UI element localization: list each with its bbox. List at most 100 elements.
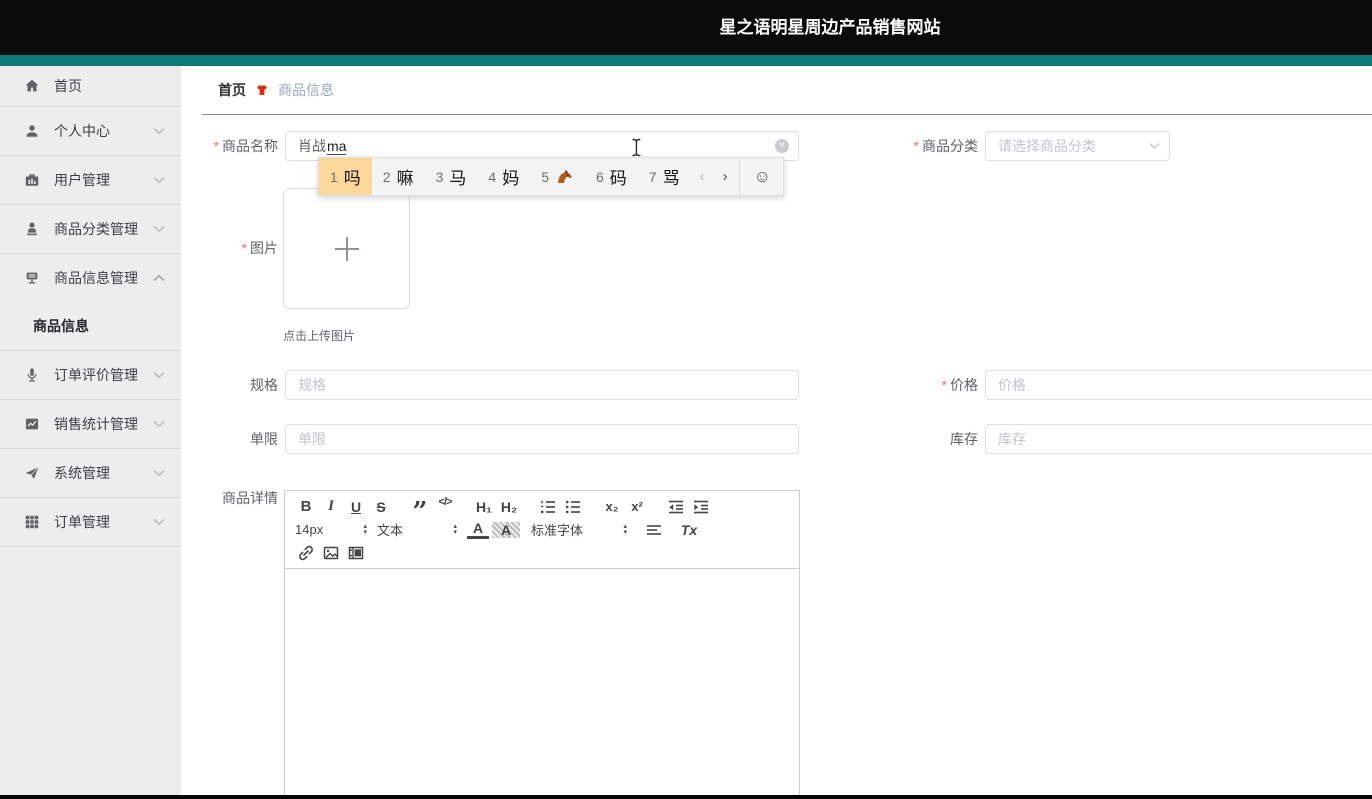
- image-upload-button[interactable]: [283, 188, 410, 309]
- horse-emoji-icon: [555, 167, 574, 186]
- app-header: 星之语明星周边产品销售网站: [0, 0, 1372, 55]
- breadcrumb: 首页 商品信息: [218, 80, 334, 100]
- price-input[interactable]: 价格: [985, 370, 1372, 400]
- strikethrough-button[interactable]: S: [370, 496, 392, 517]
- chevron-down-icon: [153, 518, 165, 526]
- chevron-down-icon: [153, 176, 165, 184]
- rich-text-toolbar: B I U S ” </> H₁ H₂ x₂ x² 14px ▴ ▾ 文本 ▴ …: [284, 490, 800, 569]
- blockquote-button[interactable]: ”: [409, 491, 431, 525]
- bold-button[interactable]: B: [295, 496, 317, 517]
- ime-candidate[interactable]: 5: [530, 158, 585, 195]
- bullet-list-button[interactable]: [562, 496, 584, 517]
- order-limit-placeholder: 单限: [298, 431, 326, 447]
- sidebar-item-sales-statistics-management[interactable]: 销售统计管理: [0, 400, 181, 448]
- spec-label: 规格: [250, 377, 278, 393]
- text-color-button[interactable]: A: [467, 520, 489, 539]
- header-format-select[interactable]: 文本 ▴ ▾: [377, 520, 457, 539]
- insert-video-button[interactable]: [345, 542, 367, 563]
- insert-link-button[interactable]: [295, 542, 317, 563]
- sidebar-item-product-info[interactable]: 商品信息: [0, 302, 181, 350]
- required-asterisk: *: [913, 138, 919, 154]
- order-limit-label: 单限: [250, 431, 278, 447]
- ime-prev-page-button[interactable]: ‹: [691, 158, 714, 195]
- sidebar-item-user-management[interactable]: 用户管理: [0, 156, 181, 204]
- chevron-up-icon: [153, 274, 165, 282]
- grid-icon: [24, 514, 40, 530]
- page-title: 星之语明星周边产品销售网站: [719, 18, 941, 37]
- required-asterisk: *: [213, 138, 219, 154]
- sidebar-item-category-management[interactable]: 商品分类管理: [0, 205, 181, 253]
- screen-bottom-edge: [0, 795, 1372, 799]
- indent-button[interactable]: [690, 496, 712, 517]
- category-select[interactable]: 请选择商品分类: [985, 131, 1170, 161]
- updown-arrows-icon: ▴ ▾: [623, 522, 627, 536]
- sidebar-item-label: 用户管理: [54, 172, 110, 188]
- insert-image-button[interactable]: [320, 542, 342, 563]
- sidebar-item-label: 商品分类管理: [54, 221, 138, 237]
- person-stamp-icon: [24, 221, 40, 237]
- code-block-button[interactable]: </>: [434, 491, 456, 512]
- sidebar-item-system-management[interactable]: 系统管理: [0, 449, 181, 497]
- clear-format-button[interactable]: Tx: [678, 519, 700, 540]
- upload-hint-text: 点击上传图片: [283, 329, 356, 343]
- ime-candidate[interactable]: 7 骂: [638, 158, 691, 195]
- ime-candidate[interactable]: 3 马: [425, 158, 478, 195]
- sidebar-item-label: 首页: [54, 78, 82, 94]
- italic-button[interactable]: I: [320, 496, 342, 517]
- sidebar-item-label: 个人中心: [54, 123, 110, 139]
- user-icon: [24, 123, 40, 139]
- sidebar-item-label: 系统管理: [54, 465, 110, 481]
- font-size-select[interactable]: 14px ▴ ▾: [295, 522, 367, 537]
- rich-text-content-area[interactable]: [284, 569, 800, 799]
- font-family-select[interactable]: 标准字体 ▴ ▾: [531, 520, 627, 539]
- line-chart-icon: [24, 416, 40, 432]
- stock-label: 库存: [950, 431, 978, 447]
- spec-placeholder: 规格: [298, 377, 326, 393]
- chevron-down-icon: [1149, 143, 1160, 150]
- clothes-icon: [255, 83, 269, 97]
- detail-label: 商品详情: [222, 490, 278, 506]
- heading1-button[interactable]: H₁: [473, 496, 495, 517]
- breadcrumb-home-link[interactable]: 首页: [218, 80, 246, 100]
- ime-separator: [738, 158, 740, 195]
- clear-input-icon[interactable]: ×: [775, 139, 789, 153]
- sidebar-item-personal-center[interactable]: 个人中心: [0, 107, 181, 155]
- underline-button[interactable]: U: [345, 496, 367, 517]
- required-asterisk: *: [941, 377, 947, 393]
- category-label: * 商品分类: [913, 138, 978, 154]
- price-placeholder: 价格: [998, 377, 1026, 393]
- sidebar-item-product-info-management[interactable]: 商品信息管理: [0, 254, 181, 302]
- align-button[interactable]: [643, 519, 665, 540]
- superscript-button[interactable]: x²: [626, 496, 648, 517]
- sidebar-item-order-review-management[interactable]: 订单评价管理: [0, 351, 181, 399]
- ime-candidate[interactable]: 4 妈: [477, 158, 530, 195]
- sidebar-item-label: 销售统计管理: [54, 416, 138, 432]
- chevron-down-icon: [153, 469, 165, 477]
- ime-candidate[interactable]: 6 码: [585, 158, 638, 195]
- ime-candidate[interactable]: 2 嘛: [372, 158, 425, 195]
- outdent-button[interactable]: [665, 496, 687, 517]
- ordered-list-button[interactable]: [537, 496, 559, 517]
- stock-input[interactable]: 库存: [985, 424, 1372, 454]
- updown-arrows-icon: ▴ ▾: [453, 522, 457, 536]
- sidebar-item-label: 订单评价管理: [54, 367, 138, 383]
- breadcrumb-divider: [202, 114, 1372, 115]
- app-window: 星之语明星周边产品销售网站 首页 个人中心 用户管理 商品分类管理 商品信息管理…: [0, 0, 1372, 799]
- ime-emoji-button[interactable]: ☺: [742, 158, 783, 195]
- briefcase-chart-icon: [24, 172, 40, 188]
- ime-next-page-button[interactable]: ›: [714, 158, 737, 195]
- highlight-color-button[interactable]: A: [492, 521, 520, 538]
- sidebar: 首页 个人中心 用户管理 商品分类管理 商品信息管理 商品信息 订单评价管理 销…: [0, 66, 181, 795]
- ime-candidate[interactable]: 1 吗: [319, 158, 372, 195]
- ime-candidate-window: 1 吗 2 嘛 3 马 4 妈 5 6 码 7 骂 ‹ › ☺: [318, 157, 784, 196]
- category-placeholder: 请选择商品分类: [998, 138, 1096, 154]
- subscript-button[interactable]: x₂: [601, 496, 623, 517]
- order-limit-input[interactable]: 单限: [285, 424, 799, 454]
- sidebar-item-home[interactable]: 首页: [0, 66, 181, 106]
- home-icon: [24, 78, 40, 94]
- spec-input[interactable]: 规格: [285, 370, 799, 400]
- stock-placeholder: 库存: [998, 431, 1026, 447]
- sidebar-item-label: 订单管理: [54, 514, 110, 530]
- sidebar-item-order-management[interactable]: 订单管理: [0, 498, 181, 546]
- heading2-button[interactable]: H₂: [498, 496, 520, 517]
